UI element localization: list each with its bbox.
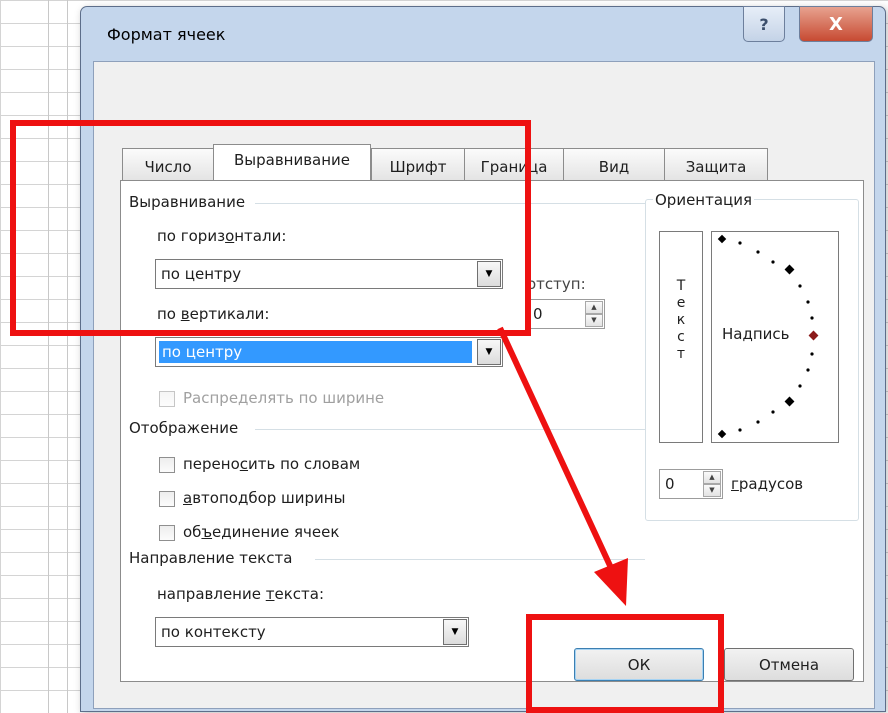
tab-alignment[interactable]: Выравнивание <box>213 144 371 180</box>
annotation-arrow-head <box>594 558 628 606</box>
annotation-arrow <box>497 326 628 606</box>
annotation-arrow-shaft <box>497 326 615 572</box>
